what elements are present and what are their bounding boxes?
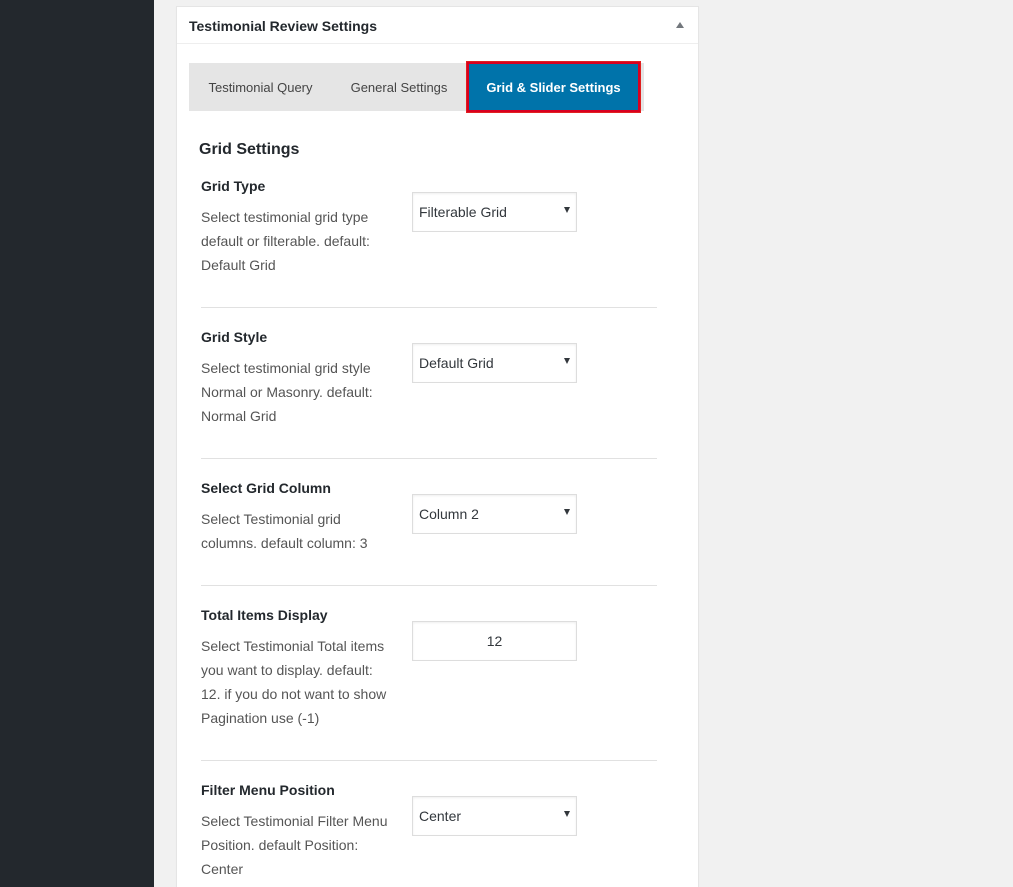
field-description: Select testimonial grid style Normal or … xyxy=(201,360,373,424)
testimonial-settings-metabox: Testimonial Review Settings Testimonial … xyxy=(176,6,699,887)
tab-grid-slider-settings[interactable]: Grid & Slider Settings xyxy=(467,62,640,112)
triangle-up-icon xyxy=(676,22,684,28)
select-value: Column 2 xyxy=(419,506,479,522)
select-value: Default Grid xyxy=(419,355,494,371)
divider xyxy=(201,307,657,308)
input-value: 12 xyxy=(486,633,503,649)
grid-type-select[interactable]: Filterable Grid xyxy=(412,192,577,232)
divider xyxy=(201,760,657,761)
metabox-header: Testimonial Review Settings xyxy=(177,7,698,44)
grid-style-select[interactable]: Default Grid xyxy=(412,343,577,383)
caret-down-icon xyxy=(564,811,570,817)
field-filter-position: Filter Menu Position Select Testimonial … xyxy=(201,782,656,881)
caret-down-icon xyxy=(564,509,570,515)
settings-tabs: Testimonial Query General Settings Grid … xyxy=(189,62,644,112)
field-description: Select Testimonial Filter Menu Position.… xyxy=(201,813,388,877)
select-value: Center xyxy=(419,808,462,824)
metabox-title: Testimonial Review Settings xyxy=(189,18,378,34)
field-grid-type: Grid Type Select testimonial grid type d… xyxy=(201,178,656,277)
field-description: Select Testimonial grid columns. default… xyxy=(201,511,368,551)
divider xyxy=(201,585,657,586)
field-description: Select testimonial grid type default or … xyxy=(201,209,370,273)
tab-testimonial-query[interactable]: Testimonial Query xyxy=(189,63,332,111)
admin-sidebar xyxy=(0,0,154,887)
field-description: Select Testimonial Total items you want … xyxy=(201,638,387,726)
tab-general-settings[interactable]: General Settings xyxy=(339,63,459,111)
total-items-input[interactable]: 12 xyxy=(412,621,577,661)
section-title: Grid Settings xyxy=(199,141,300,158)
grid-column-select[interactable]: Column 2 xyxy=(412,494,577,534)
caret-down-icon xyxy=(564,358,570,364)
divider xyxy=(201,458,657,459)
field-grid-column: Select Grid Column Select Testimonial gr… xyxy=(201,480,656,555)
collapse-toggle-button[interactable] xyxy=(668,13,692,37)
select-value: Filterable Grid xyxy=(419,204,507,220)
filter-position-select[interactable]: Center xyxy=(412,796,577,836)
field-grid-style: Grid Style Select testimonial grid style… xyxy=(201,329,656,428)
caret-down-icon xyxy=(564,207,570,213)
field-total-items: Total Items Display Select Testimonial T… xyxy=(201,607,656,730)
